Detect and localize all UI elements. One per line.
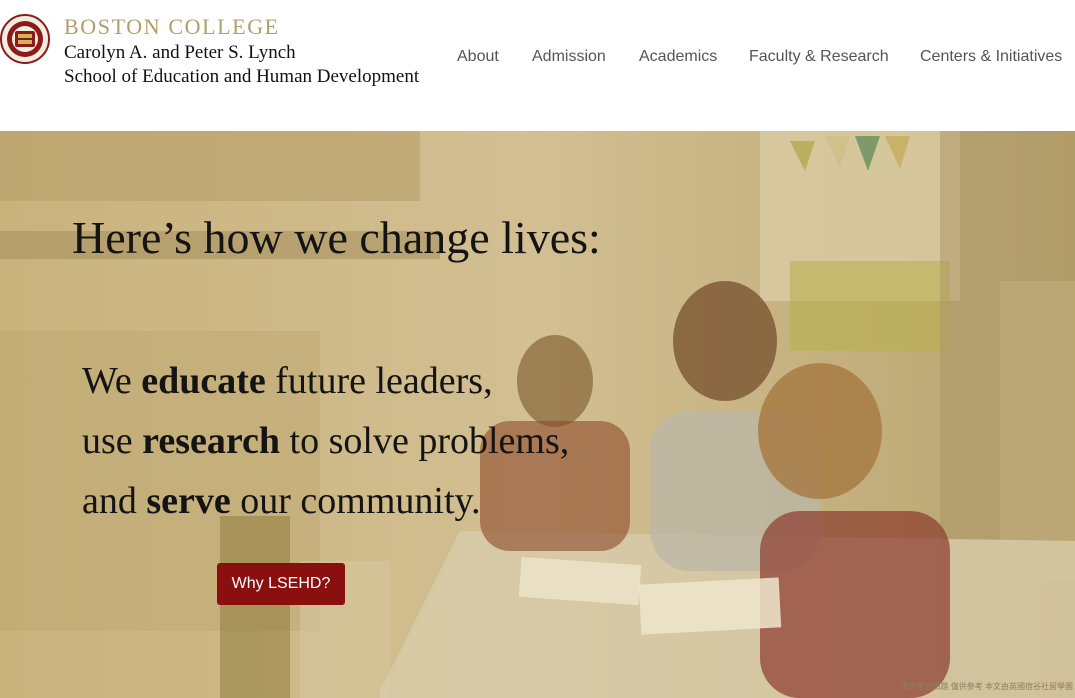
nav-item-centers-initiatives[interactable]: Centers & Initiatives: [920, 48, 1062, 66]
tagline-serve: and serve our community.: [82, 479, 481, 523]
hero-banner: Here’s how we change lives: We educate f…: [0, 131, 1075, 698]
image-credit: 圖片來源網路 僅供參考 本文由英國宿谷社留學團: [900, 682, 1073, 691]
main-nav: About Admission Academics Faculty & Rese…: [0, 48, 1075, 72]
nav-item-academics[interactable]: Academics: [639, 48, 717, 66]
tagline-emphasis: serve: [146, 480, 231, 522]
tagline-research: use research to solve problems,: [82, 419, 569, 463]
tagline-educate: We educate future leaders,: [82, 359, 493, 403]
nav-item-about[interactable]: About: [457, 48, 499, 66]
why-lsehd-button[interactable]: Why LSEHD?: [217, 563, 345, 605]
tagline-text: and: [82, 480, 147, 522]
tagline-text: to solve problems,: [280, 420, 570, 462]
site-header: BOSTON COLLEGE Carolyn A. and Peter S. L…: [0, 0, 1075, 131]
tagline-text: our community.: [230, 480, 481, 522]
hero-title: Here’s how we change lives:: [72, 212, 601, 263]
tagline-emphasis: research: [142, 420, 281, 462]
tagline-text: future leaders,: [265, 360, 493, 402]
tagline-emphasis: educate: [141, 360, 266, 402]
nav-item-admission[interactable]: Admission: [532, 48, 606, 66]
nav-item-faculty-research[interactable]: Faculty & Research: [749, 48, 889, 66]
tagline-text: use: [82, 420, 143, 462]
tagline-text: We: [82, 360, 142, 402]
institution-name[interactable]: BOSTON COLLEGE: [64, 14, 280, 40]
